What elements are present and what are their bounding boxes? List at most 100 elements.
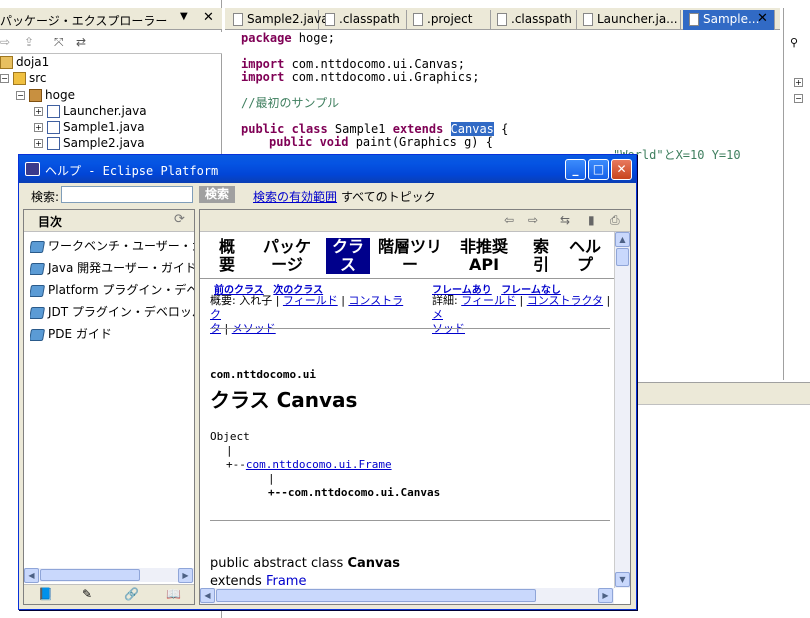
toc-item[interactable]: Platform プラグイン・デベロッパー (30, 280, 194, 300)
editor-tab[interactable]: .project (407, 10, 491, 30)
close-button[interactable]: ✕ (611, 159, 632, 180)
search-input[interactable] (61, 186, 193, 203)
minimize-button[interactable]: _ (565, 159, 586, 180)
scroll-right-icon[interactable]: ▶ (178, 568, 193, 583)
forward-arrow-icon[interactable]: ⇨ (528, 213, 538, 227)
file-icon (583, 13, 593, 26)
eclipse-icon (25, 162, 40, 176)
link-editor-icon[interactable]: ⇄ (76, 35, 86, 49)
scroll-left-icon[interactable]: ◀ (24, 568, 39, 583)
back-arrow-icon[interactable]: ⇦ (504, 213, 514, 227)
nav-overview[interactable]: 概要 (214, 238, 240, 274)
nav-class[interactable]: クラス (326, 238, 370, 274)
toc-item[interactable]: JDT プラグイン・デベロッパー (30, 302, 194, 322)
search-scope-value: すべてのトピック (341, 190, 436, 204)
nav-tree[interactable]: 階層ツリー (378, 238, 442, 274)
view-menu-icon[interactable]: ▼ (180, 11, 188, 22)
scroll-down-icon[interactable]: ▼ (615, 572, 630, 587)
hierarchy-frame: +--com.nttdocomo.ui.Frame (226, 458, 392, 471)
package-icon (29, 89, 42, 102)
collapse-icon[interactable]: − (16, 91, 25, 100)
editor-tab[interactable]: Launcher.ja... (577, 10, 681, 30)
search-button[interactable]: 検索 (199, 186, 235, 203)
up-icon[interactable]: ⇪ (24, 35, 34, 49)
scroll-thumb[interactable] (216, 589, 536, 602)
hierarchy-object: Object (210, 430, 250, 443)
close-tab-icon[interactable]: ✕ (757, 11, 768, 26)
toc-horizontal-scrollbar[interactable]: ◀ ▶ (24, 568, 194, 583)
content-toolbar: ⇦ ⇨ ⇆ ▮ ⎙ (200, 210, 630, 232)
expand-icon[interactable]: + (794, 78, 803, 87)
links-tab-icon[interactable]: 🔗 (124, 587, 139, 601)
tree-item-file[interactable]: + Sample2.java (34, 135, 145, 151)
bookmark-icon[interactable]: ▮ (588, 213, 595, 227)
help-window-title: ヘルプ - Eclipse Platform (45, 164, 219, 178)
scroll-thumb[interactable] (616, 248, 629, 266)
detail-field-link[interactable]: フィールド (461, 294, 516, 307)
divider (210, 520, 610, 521)
summary-field-link[interactable]: フィールド (283, 294, 338, 307)
collapse-all-icon[interactable]: ⤧ (54, 35, 64, 50)
bookmarks-tab-icon[interactable]: 📖 (166, 587, 181, 601)
package-explorer-title: パッケージ・エクスプローラー (0, 14, 168, 28)
java-file-icon (47, 137, 60, 150)
search-results-tab-icon[interactable]: ✎ (82, 587, 92, 601)
close-view-icon[interactable]: ✕ (203, 10, 214, 25)
book-icon (30, 328, 46, 341)
editor-tab[interactable]: .classpath (491, 10, 577, 30)
expand-icon[interactable]: + (34, 123, 43, 132)
divider (200, 278, 616, 279)
nav-package[interactable]: パッケージ (256, 238, 318, 274)
help-title-bar[interactable]: ヘルプ - Eclipse Platform _ □ ✕ (19, 155, 636, 183)
nav-help[interactable]: ヘルプ (568, 238, 602, 274)
file-icon (233, 13, 243, 26)
editor-tab[interactable]: .classpath (319, 10, 407, 30)
scroll-left-icon[interactable]: ◀ (200, 588, 215, 603)
search-scope-link[interactable]: 検索の有効範囲 (253, 188, 337, 205)
scroll-thumb[interactable] (40, 569, 140, 581)
expand-icon[interactable]: + (34, 139, 43, 148)
book-icon (30, 240, 46, 253)
scroll-up-icon[interactable]: ▲ (615, 232, 630, 247)
back-icon[interactable]: ⇨ (0, 35, 10, 49)
tree-item-file[interactable]: + Launcher.java (34, 103, 147, 119)
collapse-icon[interactable]: − (0, 74, 9, 83)
contents-tab-icon[interactable]: 📘 (38, 587, 53, 601)
detail-constructor-link[interactable]: コンストラクタ (527, 294, 603, 307)
tree-item-file[interactable]: + Sample1.java (34, 119, 145, 135)
tree-item-project[interactable]: doja1 (0, 54, 49, 70)
print-icon[interactable]: ⎙ (610, 213, 620, 228)
scroll-right-icon[interactable]: ▶ (598, 588, 613, 603)
toc-item[interactable]: ワークベンチ・ユーザー・ガイド (30, 236, 194, 256)
maximize-button[interactable]: □ (588, 159, 609, 180)
expand-icon[interactable]: + (34, 107, 43, 116)
nav-deprecated[interactable]: 非推奨 API (456, 238, 512, 274)
sync-icon[interactable]: ⟳ (174, 212, 185, 227)
toc-bottom-toolbar: 📘 ✎ 🔗 📖 (24, 584, 194, 604)
tree-item-src[interactable]: − src (0, 70, 47, 86)
frame-link[interactable]: Frame (266, 574, 307, 589)
frame-class-link[interactable]: com.nttdocomo.ui.Frame (246, 458, 392, 471)
code-comment: //最初のサンプル (241, 96, 340, 110)
nav-index[interactable]: 索引 (530, 238, 552, 274)
content-vertical-scrollbar[interactable]: ▲ ▼ (614, 232, 630, 588)
extends-line: extends Frame (210, 574, 307, 589)
javadoc-navbar: 概要 パッケージ クラス 階層ツリー 非推奨 API 索引 ヘルプ (208, 234, 608, 274)
code-line: import com.nttdocomo.ui.Graphics; (241, 70, 480, 84)
hierarchy-canvas: +--com.nttdocomo.ui.Canvas (268, 486, 441, 499)
help-content-pane: ⇦ ⇨ ⇆ ▮ ⎙ 概要 パッケージ クラス 階層ツリー 非推奨 API 索引 … (199, 209, 631, 605)
tree-item-package[interactable]: − hoge (16, 87, 75, 103)
file-icon (497, 13, 507, 26)
collapse-icon[interactable]: − (794, 94, 803, 103)
pin-icon[interactable]: ⚲ (790, 36, 798, 49)
toc-header: 目次 ⟳ (24, 210, 194, 232)
toc-item[interactable]: Java 開発ユーザー・ガイド (30, 258, 194, 278)
editor-tab[interactable]: Sample2.java (227, 10, 329, 30)
java-file-icon (689, 13, 699, 26)
hierarchy-pipe: | (268, 472, 275, 485)
file-icon (413, 13, 423, 26)
sync-toc-icon[interactable]: ⇆ (560, 213, 570, 227)
editor-tab-bar: Sample2.java .classpath .project .classp… (225, 8, 780, 30)
toc-item[interactable]: PDE ガイド (30, 324, 194, 344)
content-horizontal-scrollbar[interactable]: ◀ ▶ (200, 588, 614, 604)
